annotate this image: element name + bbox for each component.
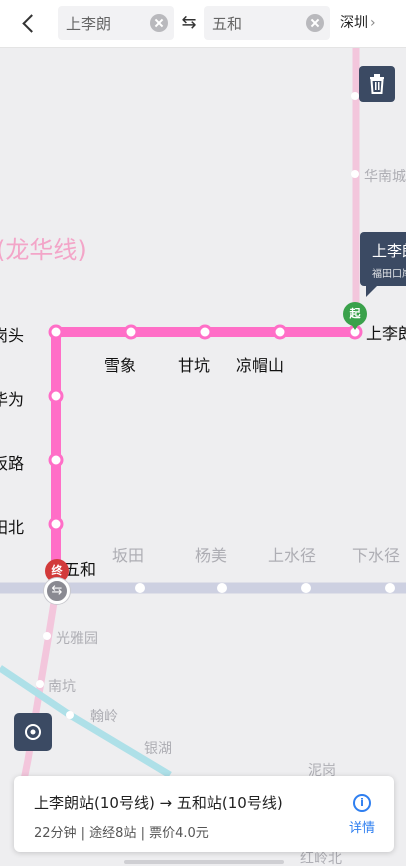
callout-subtitle: 福田口岸 (372, 269, 406, 280)
back-icon[interactable] (14, 8, 44, 38)
route-text: 上李朗站(10号线) → 五和站(10号线) (34, 794, 283, 812)
station-label-xiashuijing[interactable]: 下水径 (352, 542, 400, 566)
station-label-hanling[interactable]: 翰岭 (90, 706, 118, 726)
trash-icon (370, 74, 384, 94)
station-label-gangtou[interactable]: 岗头 (0, 322, 24, 346)
station-label-yangmei[interactable]: 杨美 (195, 542, 227, 566)
station-label-bantian[interactable]: 坂田 (112, 542, 144, 566)
station-label-shangshuijing[interactable]: 上水径 (268, 542, 316, 566)
locate-icon (25, 724, 41, 740)
city-selector[interactable]: 深圳 › (340, 8, 376, 38)
station-node (48, 324, 64, 340)
station-node (217, 583, 227, 593)
station-node (272, 324, 288, 340)
station-node (48, 452, 64, 468)
route-meta: 22分钟 | 途经8站 | 票价4.0元 (34, 826, 209, 841)
station-node (36, 680, 44, 688)
start-pin-icon[interactable]: 起 (343, 302, 367, 330)
start-station-label[interactable]: 上李朗 (366, 320, 406, 344)
station-node (48, 516, 64, 532)
start-pin-label: 起 (349, 307, 361, 320)
station-node (48, 388, 64, 404)
station-label-guangyayuan[interactable]: 光雅园 (56, 628, 98, 648)
station-node (385, 583, 395, 593)
metro-lines (0, 48, 406, 801)
info-icon: i (353, 794, 371, 812)
station-node (351, 92, 359, 100)
station-node (135, 583, 145, 593)
callout-pointer (366, 285, 378, 297)
delete-button[interactable] (359, 66, 395, 102)
station-node (197, 324, 213, 340)
station-node (43, 632, 51, 640)
metro-map[interactable]: (龙华线) 上李朗 五和 雪象 甘坑 凉帽山 岗头 华为 坂路 田北 坂田 杨美… (0, 48, 406, 866)
origin-input[interactable] (58, 6, 157, 40)
station-label-yinhu[interactable]: 银湖 (144, 738, 172, 758)
station-label-huawei[interactable]: 华为 (0, 386, 24, 410)
clear-origin-icon[interactable] (150, 14, 168, 32)
station-label-huananc[interactable]: 华南城 (364, 166, 406, 186)
swap-icon[interactable]: ⇆ (176, 12, 202, 34)
subway-route-screen: ⇆ 深圳› (0, 0, 406, 866)
station-node (66, 711, 74, 719)
station-label-banlu[interactable]: 坂路 (0, 450, 24, 474)
station-label-gankeng[interactable]: 甘坑 (178, 352, 210, 376)
home-indicator (124, 860, 284, 864)
destination-input[interactable] (204, 6, 312, 40)
station-label-nankeng[interactable]: 南坑 (48, 676, 76, 696)
station-node (301, 583, 311, 593)
transfer-station-icon[interactable]: ⇆ (44, 578, 70, 604)
callout-title: 上李朗 (372, 242, 406, 260)
city-label: 深圳 (340, 15, 368, 31)
route-summary-card[interactable]: 上李朗站(10号线) → 五和站(10号线) 22分钟 | 途经8站 | 票价4… (14, 776, 394, 852)
destination-field[interactable] (204, 6, 330, 40)
start-station-callout[interactable]: 上李朗 福田口岸 (360, 232, 406, 286)
details-button[interactable]: i 详情 (342, 794, 382, 838)
station-node (351, 170, 359, 178)
search-bar: ⇆ 深圳› (0, 0, 406, 48)
station-label-xuexiang[interactable]: 雪象 (104, 352, 136, 376)
details-label: 详情 (348, 821, 375, 836)
origin-field[interactable] (58, 6, 174, 40)
end-pin-label: 终 (51, 564, 63, 577)
chevron-right-icon: › (370, 15, 376, 31)
locate-button[interactable] (14, 713, 52, 751)
clear-destination-icon[interactable] (306, 14, 324, 32)
line-name-label: (龙华线) (0, 236, 87, 264)
station-label-tianbei[interactable]: 田北 (0, 514, 24, 538)
station-label-liangmaoshan[interactable]: 凉帽山 (236, 352, 284, 376)
station-node (123, 324, 139, 340)
